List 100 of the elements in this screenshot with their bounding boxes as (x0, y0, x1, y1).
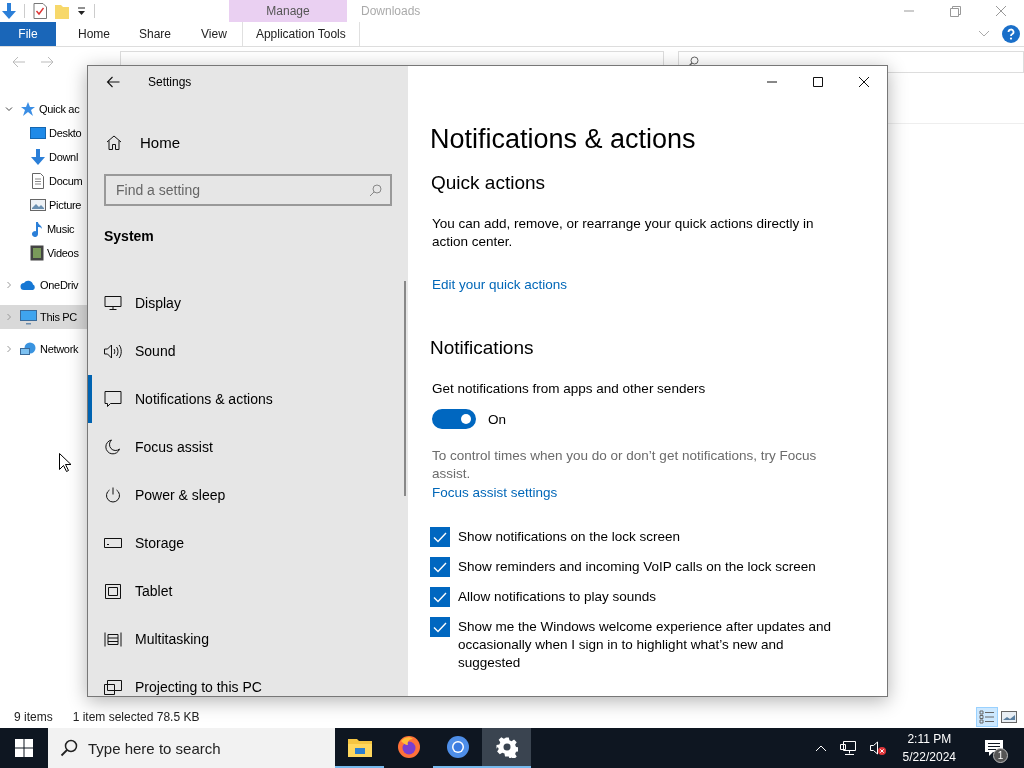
nav-label: Music (47, 223, 75, 235)
settings-nav-item[interactable]: Projecting to this PC (88, 663, 408, 696)
search-icon (60, 739, 78, 757)
section-heading: Notifications (430, 336, 535, 360)
clock-date[interactable]: 5/22/2024 (902, 748, 956, 766)
tablet-icon (104, 583, 122, 599)
section-heading: Quick actions (431, 171, 547, 195)
home-icon (106, 134, 122, 150)
windows-logo-icon (15, 739, 33, 757)
section-heading: System (104, 228, 154, 244)
message-icon (104, 391, 122, 407)
page-title: Notifications & actions (430, 123, 697, 155)
search-icon (369, 184, 382, 197)
checkbox[interactable] (430, 617, 450, 637)
document-icon (30, 173, 46, 189)
focus-assist-link[interactable]: Focus assist settings (432, 484, 558, 502)
nav-label: Downl (49, 151, 79, 163)
film-icon (30, 245, 44, 261)
cloud-icon (20, 279, 37, 291)
help-icon[interactable] (1002, 25, 1020, 43)
storage-icon (104, 538, 122, 548)
nav-item[interactable]: Docum (0, 169, 87, 193)
nav-label: This PC (40, 311, 78, 323)
details-view-button[interactable] (976, 707, 998, 727)
multitasking-icon (104, 631, 122, 647)
notification-badge: 1 (993, 748, 1008, 763)
search-icon (687, 56, 700, 68)
ribbon-tab[interactable]: Share (124, 22, 187, 46)
contextual-group-label: Manage (229, 0, 347, 22)
expander-icon[interactable] (5, 105, 13, 113)
selection-info: 1 item selected 78.5 KB (72, 710, 200, 724)
edit-quick-actions-link[interactable]: Edit your quick actions (432, 276, 568, 294)
nav-item[interactable]: Network (0, 337, 87, 361)
power-icon (104, 487, 122, 503)
speaker-icon (104, 343, 122, 359)
nav-item[interactable]: Videos (0, 241, 87, 265)
nav-item[interactable]: Downl (0, 145, 87, 169)
checkbox-label: Show me the Windows welcome experience after updates and occasionally when I sign in to highlight what’s new and suggested (458, 618, 832, 672)
settings-nav-item[interactable]: Sound (88, 327, 408, 375)
nav-label: Videos (47, 247, 79, 259)
ribbon-tab[interactable]: File (0, 22, 56, 46)
desktop-icon (30, 126, 46, 140)
network-icon[interactable] (838, 740, 857, 756)
download-icon[interactable] (2, 3, 16, 19)
settings-nav-item[interactable]: Storage (88, 519, 408, 567)
customize-caret-icon[interactable] (77, 6, 86, 16)
music-note-icon (30, 221, 44, 237)
show-hidden-icons-icon[interactable] (814, 744, 827, 752)
download-icon (30, 149, 46, 165)
toggle-label: Get notifications from apps and other senders (432, 380, 706, 398)
nav-label: Picture (49, 199, 82, 211)
hint-text: To control times when you do or don’t get notifications, try Focus assist. (432, 447, 818, 483)
nav-label: Quick ac (39, 103, 80, 115)
toggle-switch[interactable] (432, 409, 476, 429)
properties-icon[interactable] (33, 3, 47, 19)
monitor-icon (104, 295, 122, 311)
taskbar-search-field[interactable]: Type here to search (48, 728, 335, 768)
nav-item[interactable]: Music (0, 217, 87, 241)
ribbon-tab[interactable]: Home (56, 22, 124, 46)
ribbon-tab[interactable]: Application Tools (241, 22, 360, 46)
nav-item[interactable]: OneDriv (0, 273, 87, 297)
clock-time[interactable]: 2:11 PM (907, 730, 952, 748)
nav-item[interactable]: Quick ac (0, 97, 87, 121)
settings-nav-item[interactable]: Tablet (88, 567, 408, 615)
checkbox-label: Show notifications on the lock screen (458, 528, 682, 546)
nav-label: OneDriv (40, 279, 79, 291)
checkbox[interactable] (430, 557, 450, 577)
picture-icon (30, 198, 46, 212)
search-field[interactable]: Find a setting (104, 174, 392, 206)
window-title: Downloads (361, 4, 421, 18)
gear-taskbar-button[interactable] (482, 728, 531, 768)
checkbox[interactable] (430, 527, 450, 547)
back-arrow-icon[interactable] (106, 76, 120, 88)
home-link[interactable]: Home (88, 130, 180, 154)
ribbon-tab[interactable]: View (186, 22, 242, 46)
nav-item[interactable]: Picture (0, 193, 87, 217)
monitor-icon (20, 309, 37, 325)
toggle-state: On (488, 411, 506, 427)
browser-globe-icon (396, 735, 421, 759)
settings-nav-item[interactable]: Display (88, 279, 408, 327)
item-count: 9 items (14, 710, 53, 724)
checkbox[interactable] (430, 587, 450, 607)
network-icon (20, 341, 37, 357)
mouse-cursor-icon (59, 453, 71, 472)
gear-icon (495, 736, 518, 758)
nav-label: Network (40, 343, 79, 355)
nav-item[interactable]: Deskto (0, 121, 87, 145)
star-icon (20, 101, 36, 117)
nav-label: Docum (49, 175, 83, 187)
settings-nav-item[interactable]: Focus assist (88, 423, 408, 471)
nav-label: Deskto (49, 127, 82, 139)
settings-nav-item[interactable]: Power & sleep (88, 471, 408, 519)
nav-item[interactable]: This PC (0, 305, 87, 329)
window-title: Settings (148, 75, 192, 89)
settings-nav-item[interactable]: Multitasking (88, 615, 408, 663)
checkbox-label: Show reminders and incoming VoIP calls on the lock screen (458, 558, 817, 576)
checkbox-label: Allow notifications to play sounds (458, 588, 658, 606)
moon-icon (104, 439, 122, 455)
muted-speaker-icon[interactable] (868, 740, 887, 756)
folder-icon (347, 737, 372, 757)
